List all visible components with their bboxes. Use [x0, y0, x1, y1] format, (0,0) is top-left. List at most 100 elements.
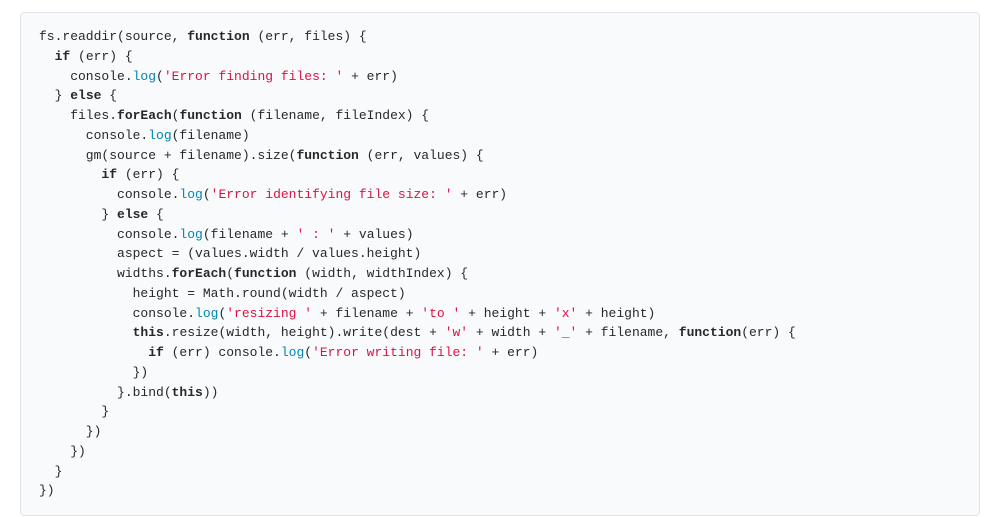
token-kw: if — [101, 167, 117, 182]
code-block: fs.readdir(source, function (err, files)… — [20, 12, 980, 516]
token-p: (err, files) { — [250, 29, 367, 44]
code-line: console.log(filename) — [39, 128, 250, 143]
token-kw: else — [70, 88, 101, 103]
token-p: } — [39, 88, 70, 103]
token-p: ( — [203, 187, 211, 202]
code-content: fs.readdir(source, function (err, files)… — [39, 27, 961, 501]
token-kw: if — [148, 345, 164, 360]
token-str: 'Error identifying file size: ' — [211, 187, 453, 202]
token-p: (err) { — [741, 325, 796, 340]
token-p: + values) — [335, 227, 413, 242]
code-line: console.log('resizing ' + filename + 'to… — [39, 306, 655, 321]
token-p: + height + — [460, 306, 554, 321]
token-p: widths. — [39, 266, 172, 281]
token-p: }.bind( — [39, 385, 172, 400]
code-line: this.resize(width, height).write(dest + … — [39, 325, 796, 340]
code-line: } — [39, 404, 109, 419]
token-p — [39, 345, 148, 360]
code-line: }) — [39, 444, 86, 459]
token-fn: log — [179, 227, 202, 242]
token-p: + height) — [577, 306, 655, 321]
token-kw: this — [133, 325, 164, 340]
code-line: } else { — [39, 88, 117, 103]
code-line: height = Math.round(width / aspect) — [39, 286, 406, 301]
token-kw: function — [679, 325, 741, 340]
token-str: 'to ' — [421, 306, 460, 321]
token-str: 'Error finding files: ' — [164, 69, 343, 84]
token-str: ' : ' — [296, 227, 335, 242]
token-kw: else — [117, 207, 148, 222]
token-p: }) — [39, 483, 55, 498]
code-line: if (err) { — [39, 49, 133, 64]
token-p: { — [148, 207, 164, 222]
token-kw: function — [179, 108, 241, 123]
token-kw: function — [234, 266, 296, 281]
code-line: console.log(filename + ' : ' + values) — [39, 227, 414, 242]
token-p: )) — [203, 385, 219, 400]
token-str: 'x' — [554, 306, 577, 321]
token-p: }) — [39, 365, 148, 380]
token-p: + filename + — [312, 306, 421, 321]
token-kw: if — [55, 49, 71, 64]
code-line: aspect = (values.width / values.height) — [39, 246, 421, 261]
token-p: + err) — [484, 345, 539, 360]
code-line: } — [39, 464, 62, 479]
token-p: ( — [156, 69, 164, 84]
token-fn: log — [148, 128, 171, 143]
token-str: '_' — [554, 325, 577, 340]
code-line: }) — [39, 424, 101, 439]
token-p: ( — [304, 345, 312, 360]
token-p: + filename, — [577, 325, 678, 340]
token-p: .resize(width, height).write(dest + — [164, 325, 445, 340]
token-p: aspect = (values.width / values.height) — [39, 246, 421, 261]
token-p — [39, 49, 55, 64]
token-p: } — [39, 207, 117, 222]
token-fn: log — [195, 306, 218, 321]
token-p: (err) { — [117, 167, 179, 182]
token-p: files. — [39, 108, 117, 123]
code-line: } else { — [39, 207, 164, 222]
code-line: gm(source + filename).size(function (err… — [39, 148, 484, 163]
token-p: (width, widthIndex) { — [296, 266, 468, 281]
token-kw: forEach — [117, 108, 172, 123]
token-p: console. — [39, 306, 195, 321]
code-line: if (err) { — [39, 167, 179, 182]
token-p — [39, 167, 101, 182]
token-p: (err) console. — [164, 345, 281, 360]
token-p: height = Math.round(width / aspect) — [39, 286, 406, 301]
token-p: { — [101, 88, 117, 103]
code-line: }.bind(this)) — [39, 385, 218, 400]
token-kw: function — [187, 29, 249, 44]
code-line: files.forEach(function (filename, fileIn… — [39, 108, 429, 123]
token-p: gm(source + filename).size( — [39, 148, 296, 163]
code-line: widths.forEach(function (width, widthInd… — [39, 266, 468, 281]
token-p: }) — [39, 444, 86, 459]
token-fn: log — [281, 345, 304, 360]
code-line: fs.readdir(source, function (err, files)… — [39, 29, 367, 44]
token-p: + err) — [343, 69, 398, 84]
token-p: ( — [226, 266, 234, 281]
token-kw: this — [172, 385, 203, 400]
token-p: fs.readdir(source, — [39, 29, 187, 44]
token-p: }) — [39, 424, 101, 439]
token-kw: forEach — [172, 266, 227, 281]
token-p: + err) — [453, 187, 508, 202]
token-p: (err) { — [70, 49, 132, 64]
token-p: console. — [39, 227, 179, 242]
token-str: 'Error writing file: ' — [312, 345, 484, 360]
token-p: + width + — [468, 325, 554, 340]
code-line: console.log('Error finding files: ' + er… — [39, 69, 398, 84]
code-line: console.log('Error identifying file size… — [39, 187, 507, 202]
code-line: if (err) console.log('Error writing file… — [39, 345, 538, 360]
token-fn: log — [133, 69, 156, 84]
token-p: console. — [39, 187, 179, 202]
token-p: (filename + — [203, 227, 297, 242]
code-line: }) — [39, 365, 148, 380]
token-p: console. — [39, 128, 148, 143]
token-p: console. — [39, 69, 133, 84]
token-p: (filename) — [172, 128, 250, 143]
token-p: } — [39, 464, 62, 479]
token-kw: function — [296, 148, 358, 163]
token-p: } — [39, 404, 109, 419]
token-p: (filename, fileIndex) { — [242, 108, 429, 123]
